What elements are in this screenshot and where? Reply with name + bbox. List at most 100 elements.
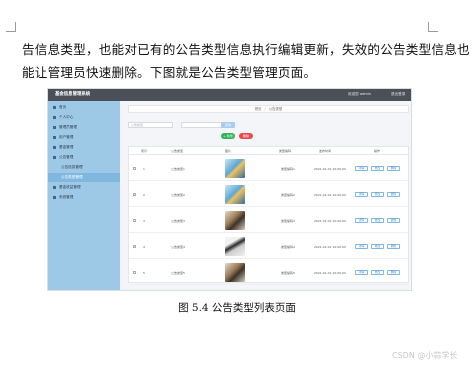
row-code: 类型编码5 <box>281 271 295 275</box>
breadcrumb-home[interactable]: 首页 <box>255 107 262 111</box>
breadcrumb: 首页 / 公告类型 <box>128 105 409 113</box>
row-checkbox[interactable] <box>133 271 136 274</box>
edit-button[interactable]: 修改 <box>371 244 384 249</box>
sidebar-item[interactable]: 用户管理 <box>48 133 120 142</box>
row-thumbnail <box>225 185 245 204</box>
sidebar-item-label: 公告类型管理 <box>61 175 83 179</box>
user-group-icon <box>53 125 56 129</box>
detail-button[interactable]: 详情 <box>355 244 368 249</box>
app-title: 基金信息管理系统 <box>55 92 91 97</box>
row-delete-button[interactable]: 删除 <box>387 192 400 197</box>
row-code: 类型编码2 <box>281 193 295 197</box>
row-time: 2021-01-01 10:00:00 <box>314 193 346 197</box>
sidebar: 首页个人中心管理员管理用户管理基金管理公告管理公告信息管理 公告类型管理 基金收益管… <box>48 101 120 290</box>
delete-button[interactable]: 删除 <box>239 133 253 139</box>
column-header: 图片 <box>225 149 232 153</box>
column-header: 类型编码 <box>279 149 292 153</box>
sidebar-item-label: 公告管理 <box>59 155 74 159</box>
sidebar-item-label: 个人中心 <box>59 115 74 119</box>
row-code: 类型编码4 <box>281 245 295 249</box>
app-header: 基金信息管理系统 欢迎您 admin 退出登录 <box>48 89 411 101</box>
crop-mark-right <box>428 22 438 32</box>
search-input[interactable]: 公告类型 <box>128 122 173 128</box>
edit-button[interactable]: 修改 <box>371 166 384 171</box>
fund-icon <box>53 145 56 149</box>
row-checkbox[interactable] <box>133 167 136 170</box>
sidebar-item[interactable]: 基金管理 <box>48 143 120 152</box>
row-time: 2021-01-01 10:00:00 <box>314 219 346 223</box>
row-thumbnail <box>225 263 245 282</box>
row-type: 公告类型2 <box>171 193 185 197</box>
table-row: 5 公告类型5 类型编码5 2021-01-01 10:00:00 详情 修改 删除 <box>129 260 408 285</box>
sidebar-item[interactable]: 公告管理 <box>48 153 120 162</box>
embedded-screenshot: 基金信息管理系统 欢迎您 admin 退出登录 首页 个人中心 管理员管理 用户管理基… <box>47 88 412 291</box>
table-row: 3 公告类型3 类型编码3 2021-01-01 10:00:00 详情 修改 删除 <box>129 208 408 233</box>
table-row: 4 公告类型4 类型编码4 2021-01-01 10:00:00 详情 修改 删除 <box>129 234 408 259</box>
row-time: 2021-01-01 10:00:00 <box>314 167 346 171</box>
row-time: 2021-01-01 10:00:00 <box>314 271 346 275</box>
sidebar-item[interactable]: 管理员管理 <box>48 123 120 132</box>
sidebar-item-label: 公告信息管理 <box>61 165 83 169</box>
row-thumbnail <box>225 237 245 256</box>
sidebar-item[interactable]: 首页 <box>48 103 120 112</box>
figure-caption: 图 5.4 公告类型列表页面 <box>178 302 296 314</box>
column-header: 索引 <box>141 149 148 153</box>
row-index: 4 <box>143 245 145 249</box>
edit-button[interactable]: 修改 <box>371 192 384 197</box>
sidebar-item[interactable]: 系统管理 <box>48 193 120 202</box>
column-header: 公告类型 <box>171 149 184 153</box>
search-button[interactable]: 查询 <box>221 122 235 128</box>
detail-button[interactable]: 详情 <box>355 192 368 197</box>
row-delete-button[interactable]: 删除 <box>387 166 400 171</box>
sidebar-item[interactable]: 个人中心 <box>48 113 120 122</box>
row-type: 公告类型4 <box>171 245 185 249</box>
sidebar-item[interactable]: 公告类型管理 <box>48 173 120 182</box>
user-icon <box>53 135 56 139</box>
gear-icon <box>53 195 56 199</box>
column-header: 发布时间 <box>319 149 332 153</box>
data-table: 索引 公告类型 图片 类型编码 发布时间 操作 1 公告类型1 类型编码1 2021-01-01… <box>128 146 409 285</box>
table-row: 1 公告类型1 类型编码1 2021-01-01 10:00:00 详情 修改 删除 <box>129 156 408 181</box>
breadcrumb-current: 公告类型 <box>268 107 283 111</box>
chart-icon <box>53 185 56 189</box>
row-type: 公告类型5 <box>171 271 185 275</box>
sidebar-item-label: 基金管理 <box>59 145 74 149</box>
sidebar-item-label: 管理员管理 <box>59 125 77 129</box>
paragraph-line-2: 能让管理员快速删除。下图就是公告类型管理页面。 <box>22 65 317 80</box>
logout-link[interactable]: 退出登录 <box>391 92 405 97</box>
sidebar-item[interactable]: 公告信息管理 <box>48 163 120 172</box>
edit-button[interactable]: 修改 <box>371 270 384 275</box>
sidebar-item-label: 用户管理 <box>59 135 74 139</box>
home-icon <box>53 105 56 109</box>
row-code: 类型编码3 <box>281 219 295 223</box>
row-index: 2 <box>143 193 145 197</box>
edit-button[interactable]: 修改 <box>371 218 384 223</box>
row-index: 5 <box>143 271 145 275</box>
watermark: CSDN @小蒜学长 <box>392 351 458 360</box>
row-delete-button[interactable]: 删除 <box>387 270 400 275</box>
row-type: 公告类型1 <box>171 167 185 171</box>
row-code: 类型编码1 <box>281 167 295 171</box>
detail-button[interactable]: 详情 <box>355 270 368 275</box>
sidebar-item[interactable]: 基金收益管理 <box>48 183 120 192</box>
row-checkbox[interactable] <box>133 245 136 248</box>
table-row: 2 公告类型2 类型编码2 2021-01-01 10:00:00 详情 修改 删除 <box>129 182 408 207</box>
sidebar-item-label: 系统管理 <box>59 195 74 199</box>
add-button[interactable]: + 新增 <box>221 133 235 139</box>
type-select[interactable] <box>181 122 223 128</box>
row-delete-button[interactable]: 删除 <box>387 218 400 223</box>
row-index: 3 <box>143 219 145 223</box>
detail-button[interactable]: 详情 <box>355 166 368 171</box>
column-header: 操作 <box>374 149 381 153</box>
user-icon <box>53 115 56 119</box>
paragraph-line-1: 告信息类型，也能对已有的公告类型信息执行编辑更新，失效的公告类型信息也 <box>22 42 470 57</box>
table-header: 索引 公告类型 图片 类型编码 发布时间 操作 <box>129 147 408 155</box>
crop-mark-left <box>6 22 16 32</box>
detail-button[interactable]: 详情 <box>355 218 368 223</box>
sidebar-item-label: 基金收益管理 <box>59 185 81 189</box>
row-delete-button[interactable]: 删除 <box>387 244 400 249</box>
body-paragraph: 告信息类型，也能对已有的公告类型信息执行编辑更新，失效的公告类型信息也 能让管理… <box>22 38 470 84</box>
row-checkbox[interactable] <box>133 193 136 196</box>
welcome-text: 欢迎您 admin <box>348 92 372 96</box>
row-checkbox[interactable] <box>133 219 136 222</box>
